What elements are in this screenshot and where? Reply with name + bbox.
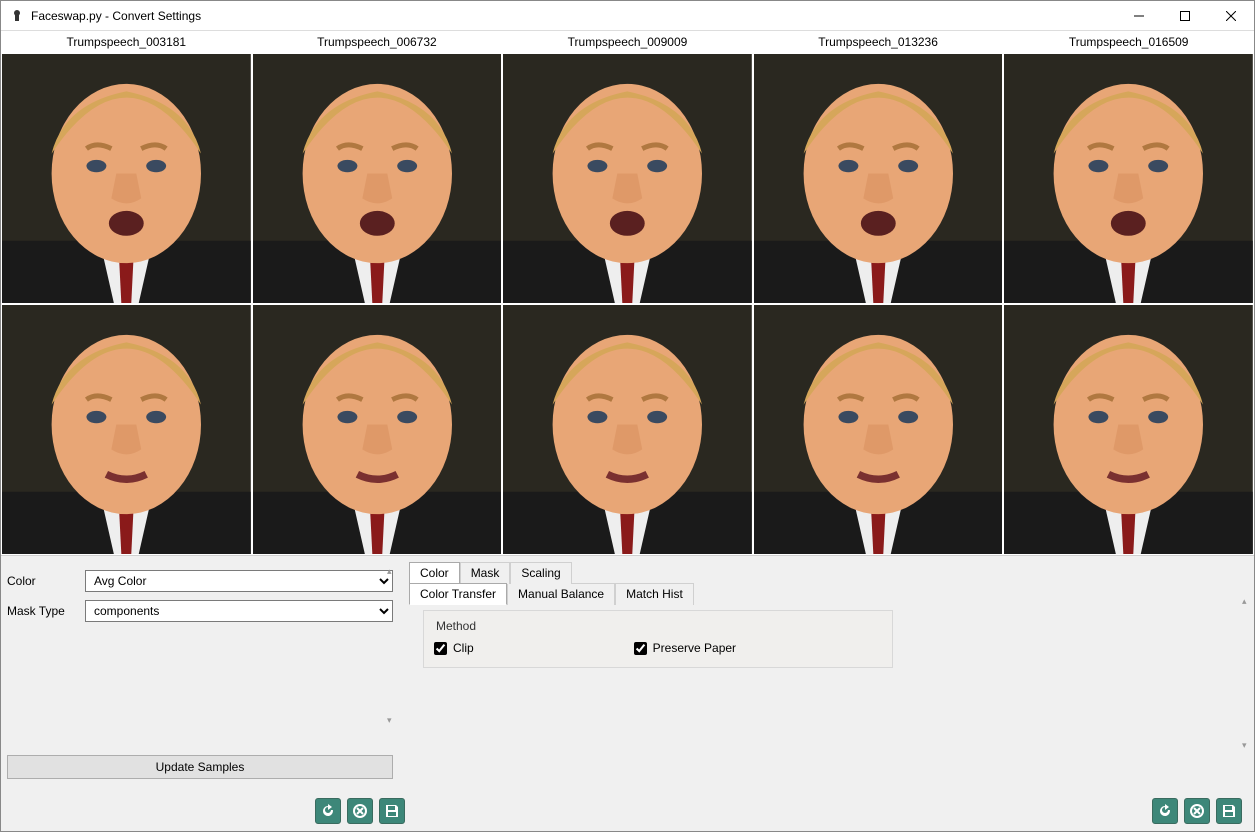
cancel-button-right[interactable]: [1184, 798, 1210, 824]
preview-thumb-original: [753, 53, 1004, 304]
preview-label: Trumpspeech_016509: [1003, 35, 1254, 49]
mask-type-label: Mask Type: [7, 604, 85, 618]
top-tabs: Color Mask Scaling: [409, 562, 1246, 584]
preview-grid: [1, 53, 1254, 555]
method-legend: Method: [434, 619, 882, 633]
preview-thumb-original: [502, 53, 753, 304]
window-title: Faceswap.py - Convert Settings: [31, 9, 1116, 23]
color-select[interactable]: Avg Color: [85, 570, 393, 592]
color-label: Color: [7, 574, 85, 588]
refresh-icon: [320, 803, 336, 819]
preview-thumb-swapped: [502, 304, 753, 555]
sub-tabs: Color Transfer Manual Balance Match Hist: [409, 583, 1246, 605]
cancel-icon: [1189, 803, 1205, 819]
titlebar: Faceswap.py - Convert Settings: [1, 1, 1254, 31]
preview-thumb-swapped: [753, 304, 1004, 555]
subtab-match-hist[interactable]: Match Hist: [615, 583, 694, 605]
preserve-paper-checkbox-wrap[interactable]: Preserve Paper: [634, 641, 736, 655]
scroll-down-icon[interactable]: ▾: [387, 715, 397, 726]
scroll-down-icon[interactable]: ▾: [1242, 740, 1252, 751]
preview-thumb-original: [1, 53, 252, 304]
scroll-up-icon[interactable]: ▴: [1242, 596, 1252, 607]
refresh-button[interactable]: [315, 798, 341, 824]
preview-area: Trumpspeech_003181 Trumpspeech_006732 Tr…: [1, 31, 1254, 555]
right-scrollbar[interactable]: ▴ ▾: [1242, 596, 1252, 751]
footer: [1, 791, 1254, 831]
clip-checkbox[interactable]: [434, 642, 447, 655]
minimize-button[interactable]: [1116, 1, 1162, 31]
left-panel: Color Avg Color Mask Type components ▴ ▾…: [1, 556, 399, 791]
refresh-button-right[interactable]: [1152, 798, 1178, 824]
subtab-manual-balance[interactable]: Manual Balance: [507, 583, 615, 605]
tab-scaling[interactable]: Scaling: [510, 562, 571, 584]
update-samples-button[interactable]: Update Samples: [7, 755, 393, 779]
save-icon: [1221, 803, 1237, 819]
preserve-paper-checkbox[interactable]: [634, 642, 647, 655]
tab-mask[interactable]: Mask: [460, 562, 511, 584]
cancel-button[interactable]: [347, 798, 373, 824]
clip-label: Clip: [453, 641, 474, 655]
scroll-up-icon[interactable]: ▴: [387, 566, 397, 577]
mask-type-select[interactable]: components: [85, 600, 393, 622]
maximize-button[interactable]: [1162, 1, 1208, 31]
preview-thumb-original: [252, 53, 503, 304]
preserve-paper-label: Preserve Paper: [653, 641, 736, 655]
refresh-icon: [1157, 803, 1173, 819]
cancel-icon: [352, 803, 368, 819]
save-button-right[interactable]: [1216, 798, 1242, 824]
preview-label: Trumpspeech_013236: [753, 35, 1004, 49]
preview-thumb-swapped: [252, 304, 503, 555]
preview-thumb-original: [1003, 53, 1254, 304]
right-panel: Color Mask Scaling Color Transfer Manual…: [405, 556, 1254, 674]
tab-color[interactable]: Color: [409, 562, 460, 584]
close-button[interactable]: [1208, 1, 1254, 31]
preview-label: Trumpspeech_006732: [252, 35, 503, 49]
preview-labels-row: Trumpspeech_003181 Trumpspeech_006732 Tr…: [1, 31, 1254, 53]
app-icon: [9, 8, 25, 24]
preview-label: Trumpspeech_009009: [502, 35, 753, 49]
preview-label: Trumpspeech_003181: [1, 35, 252, 49]
left-scrollbar[interactable]: ▴ ▾: [387, 566, 397, 726]
settings-area: Color Avg Color Mask Type components ▴ ▾…: [1, 555, 1254, 791]
method-fieldset: Method Clip Preserve Paper: [423, 610, 893, 668]
subtab-color-transfer[interactable]: Color Transfer: [409, 583, 507, 605]
preview-thumb-swapped: [1, 304, 252, 555]
window-controls: [1116, 1, 1254, 31]
preview-thumb-swapped: [1003, 304, 1254, 555]
save-button[interactable]: [379, 798, 405, 824]
clip-checkbox-wrap[interactable]: Clip: [434, 641, 474, 655]
save-icon: [384, 803, 400, 819]
